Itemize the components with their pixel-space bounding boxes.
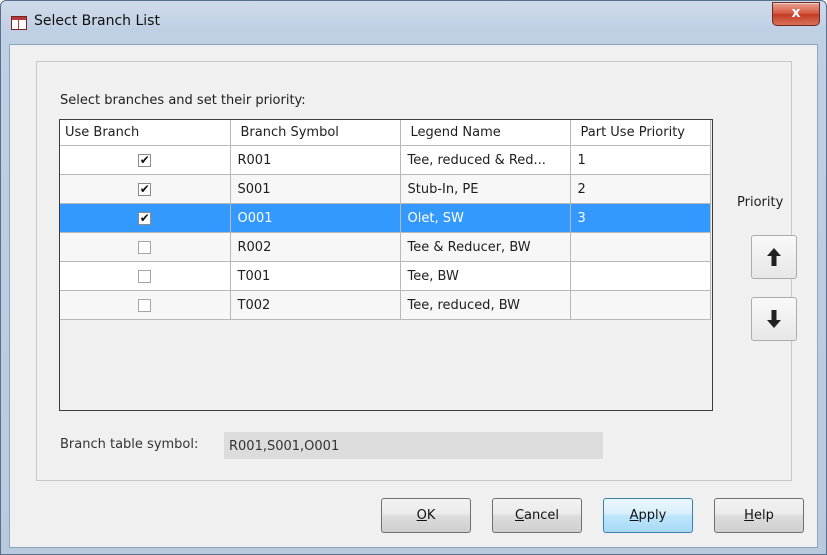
branch-symbol-cell: T002 [230, 290, 401, 320]
column-header-legend-name[interactable]: Legend Name [400, 120, 571, 146]
table-row[interactable]: ✔ O001 Olet, SW 3 [60, 203, 711, 233]
use-branch-cell [60, 290, 231, 320]
part-use-priority-cell [570, 232, 711, 262]
help-mnemonic: H [744, 508, 754, 523]
use-branch-checkbox[interactable]: ✔ [138, 211, 152, 225]
apply-button[interactable]: Apply [603, 498, 693, 533]
window-title: Select Branch List [34, 13, 160, 29]
table-row[interactable]: ✔ S001 Stub-In, PE 2 [60, 174, 711, 204]
arrow-up-icon [767, 248, 781, 266]
legend-name-cell: Tee, BW [400, 261, 571, 291]
legend-name-cell: Tee, reduced, BW [400, 290, 571, 320]
table-row[interactable]: ✔ R001 Tee, reduced & Red... 1 [60, 145, 711, 175]
legend-name-cell: Olet, SW [400, 203, 571, 233]
branch-symbol-cell: T001 [230, 261, 401, 291]
use-branch-cell: ✔ [60, 174, 231, 204]
use-branch-checkbox[interactable]: ✔ [138, 182, 152, 196]
apply-mnemonic: A [629, 508, 639, 523]
window-app-icon [11, 16, 27, 30]
use-branch-cell [60, 261, 231, 291]
part-use-priority-cell: 2 [570, 174, 711, 204]
cancel-mnemonic: C [514, 508, 525, 523]
cancel-button[interactable]: Cancel [492, 498, 582, 533]
branch-symbol-cell: O001 [230, 203, 401, 233]
instructions-label: Select branches and set their priority: [60, 93, 306, 108]
part-use-priority-cell [570, 261, 711, 291]
legend-name-cell: Tee & Reducer, BW [400, 232, 571, 262]
use-branch-checkbox[interactable]: ✔ [138, 153, 152, 167]
apply-label-rest: pply [638, 508, 667, 523]
branch-symbol-cell: S001 [230, 174, 401, 204]
dialog-client-area: Select branches and set their priority: … [9, 44, 818, 548]
branch-symbol-cell: R002 [230, 232, 401, 262]
column-header-use-branch[interactable]: Use Branch [60, 120, 231, 146]
arrow-down-icon [767, 310, 781, 328]
move-up-button[interactable] [751, 235, 797, 279]
part-use-priority-cell [570, 290, 711, 320]
part-use-priority-cell: 1 [570, 145, 711, 175]
use-branch-cell: ✔ [60, 145, 231, 175]
column-header-branch-symbol[interactable]: Branch Symbol [230, 120, 401, 146]
cancel-label-rest: ancel [524, 508, 560, 523]
use-branch-checkbox[interactable] [138, 298, 152, 312]
legend-name-cell: Tee, reduced & Red... [400, 145, 571, 175]
ok-button[interactable]: OK [381, 498, 471, 533]
branch-table-symbol-label: Branch table symbol: [60, 437, 199, 452]
table-row[interactable]: T002 Tee, reduced, BW [60, 290, 711, 320]
title-bar[interactable]: Select Branch List x [1, 1, 826, 43]
use-branch-checkbox[interactable] [138, 269, 152, 283]
use-branch-cell: ✔ [60, 203, 231, 233]
use-branch-checkbox[interactable] [138, 240, 152, 254]
ok-mnemonic: O [416, 508, 427, 523]
priority-label: Priority [737, 195, 784, 210]
help-button[interactable]: Help [714, 498, 804, 533]
table-header-row: Use Branch Branch Symbol Legend Name Par… [60, 120, 711, 146]
move-down-button[interactable] [751, 297, 797, 341]
part-use-priority-cell: 3 [570, 203, 711, 233]
table-row[interactable]: T001 Tee, BW [60, 261, 711, 291]
close-button[interactable]: x [772, 2, 820, 26]
legend-name-cell: Stub-In, PE [400, 174, 571, 204]
branch-table: Use Branch Branch Symbol Legend Name Par… [59, 119, 713, 411]
branch-table-symbol-field: R001,S001,O001 [224, 432, 603, 459]
help-label-rest: elp [753, 508, 774, 523]
branch-symbol-cell: R001 [230, 145, 401, 175]
branch-group-box: Select branches and set their priority: … [36, 61, 797, 481]
ok-label-rest: K [426, 508, 436, 523]
use-branch-cell [60, 232, 231, 262]
table-row[interactable]: R002 Tee & Reducer, BW [60, 232, 711, 262]
column-header-part-use-priority[interactable]: Part Use Priority [570, 120, 711, 146]
dialog-window: Select Branch List x Select branches and… [0, 0, 827, 555]
